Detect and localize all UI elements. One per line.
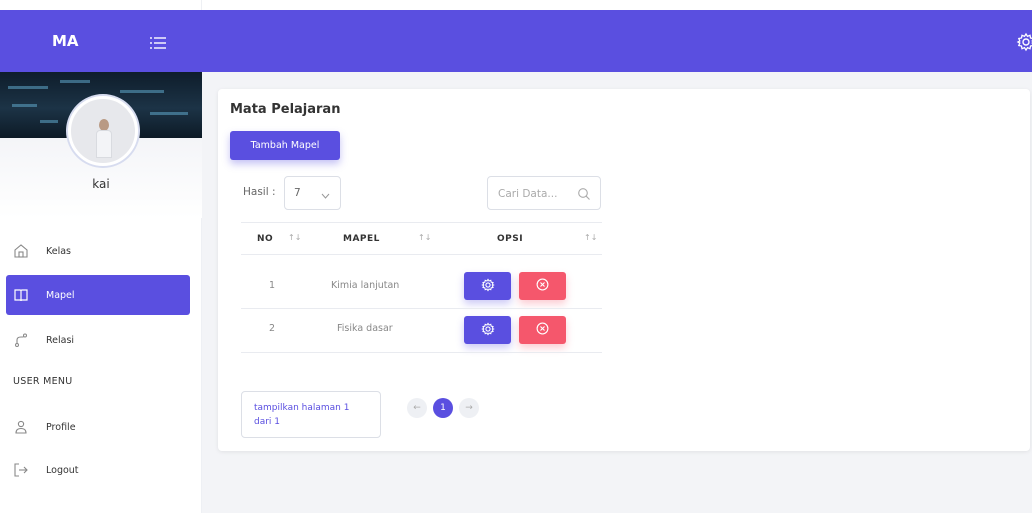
hasil-label: Hasil : (243, 186, 276, 198)
branch-icon (14, 333, 28, 347)
sidebar-item-logout[interactable]: Logout (6, 450, 190, 490)
delete-button[interactable] (519, 316, 566, 344)
next-page-button[interactable]: → (459, 398, 479, 418)
arrow-right-icon: → (465, 403, 473, 413)
table-divider (241, 222, 602, 223)
sidebar-item-mapel[interactable]: Mapel (6, 275, 190, 315)
column-header-mapel[interactable]: MAPEL (343, 234, 380, 244)
edit-button[interactable] (464, 272, 511, 300)
prev-page-button[interactable]: ← (407, 398, 427, 418)
avatar[interactable] (68, 96, 138, 166)
page-button-current[interactable]: 1 (433, 398, 453, 418)
column-header-no[interactable]: NO (257, 234, 273, 244)
cell-mapel: Fisika dasar (337, 323, 393, 334)
table-divider (241, 308, 602, 309)
sidebar-item-profile[interactable]: Profile (6, 407, 190, 447)
column-header-opsi[interactable]: OPSI (497, 234, 523, 244)
arrow-left-icon: ← (413, 403, 421, 413)
rows-per-page-select[interactable]: 7 (284, 176, 341, 210)
cell-no: 1 (269, 280, 276, 291)
close-circle-icon (536, 278, 549, 294)
page-title: Mata Pelajaran (230, 102, 341, 117)
table-divider (241, 254, 602, 255)
brand-name: MA (52, 32, 79, 50)
book-icon (14, 288, 28, 302)
brand-bar: MA (0, 10, 202, 72)
home-icon (14, 244, 28, 258)
settings-icon[interactable] (1016, 32, 1032, 52)
user-name: kai (92, 177, 110, 191)
add-mapel-button[interactable]: Tambah Mapel (230, 131, 340, 160)
menu-toggle-icon[interactable] (150, 35, 166, 49)
sort-icon[interactable]: ↑↓ (288, 233, 301, 242)
search-input[interactable] (498, 186, 572, 202)
gear-icon (480, 321, 495, 339)
cell-mapel: Kimia lanjutan (331, 280, 400, 291)
search-icon[interactable] (577, 186, 591, 205)
table-divider (241, 352, 602, 353)
sidebar-item-kelas[interactable]: Kelas (6, 231, 190, 271)
cell-no: 2 (269, 323, 276, 334)
sidebar-item-label: Profile (46, 421, 76, 433)
sort-icon[interactable]: ↑↓ (418, 233, 431, 242)
chevron-down-icon (321, 190, 330, 202)
edit-button[interactable] (464, 316, 511, 344)
pagination-info: tampilkan halaman 1 dari 1 (241, 391, 381, 438)
sidebar-item-label: Logout (46, 464, 79, 476)
sort-icon[interactable]: ↑↓ (584, 233, 597, 242)
gear-icon (480, 277, 495, 295)
close-circle-icon (536, 322, 549, 338)
logout-icon (14, 463, 28, 477)
delete-button[interactable] (519, 272, 566, 300)
section-label-user-menu: USER MENU (13, 376, 73, 387)
sidebar-item-relasi[interactable]: Relasi (6, 320, 190, 360)
search-field[interactable] (487, 176, 601, 210)
rows-per-page-value: 7 (294, 187, 301, 199)
sidebar-item-label: Kelas (46, 245, 72, 257)
sidebar-item-label: Relasi (46, 334, 75, 346)
sidebar-item-label: Mapel (46, 289, 75, 301)
top-bar (202, 10, 1032, 72)
user-icon (14, 420, 28, 434)
